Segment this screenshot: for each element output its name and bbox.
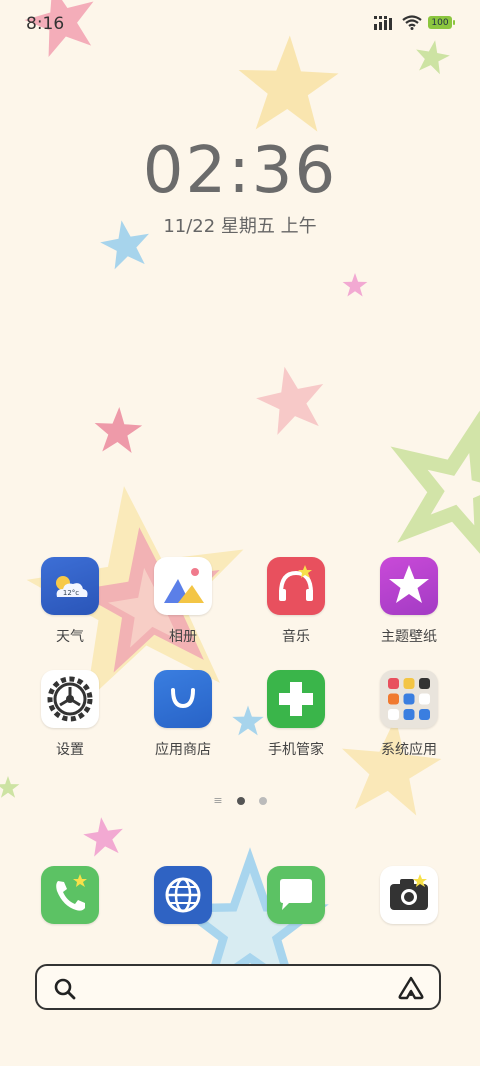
page-menu-icon: ≡ xyxy=(213,794,223,807)
camera-icon xyxy=(380,866,438,924)
dock-camera[interactable] xyxy=(359,866,459,924)
signal-icon xyxy=(374,15,392,30)
folder-system-apps[interactable]: 系统应用 xyxy=(359,670,459,759)
page-dot-2[interactable] xyxy=(258,797,267,805)
dock-browser[interactable] xyxy=(133,866,233,924)
status-time: 8:16 xyxy=(26,14,65,34)
security-icon xyxy=(267,670,325,728)
app-label: 应用商店 xyxy=(155,742,211,758)
app-label: 主题壁纸 xyxy=(381,629,437,645)
app-themes[interactable]: 主题壁纸 xyxy=(359,557,459,646)
page-indicator[interactable]: ≡ xyxy=(0,794,480,807)
settings-icon xyxy=(41,670,99,728)
app-weather[interactable]: 12°c 天气 xyxy=(20,557,120,646)
app-store[interactable]: 应用商店 xyxy=(133,670,233,759)
app-label: 相册 xyxy=(169,629,197,645)
weather-temp: 12°c xyxy=(63,589,79,597)
app-label: 音乐 xyxy=(282,629,310,645)
system-apps-folder-icon xyxy=(380,670,438,728)
app-music[interactable]: 音乐 xyxy=(246,557,346,646)
battery-level: 100 xyxy=(431,17,449,28)
app-label: 手机管家 xyxy=(268,742,324,758)
status-icons: 100 xyxy=(374,15,455,30)
gallery-icon xyxy=(154,557,212,615)
battery-icon: 100 xyxy=(428,16,455,29)
dock-phone[interactable] xyxy=(20,866,120,924)
app-gallery[interactable]: 相册 xyxy=(133,557,233,646)
search-bar[interactable] xyxy=(35,964,441,1010)
app-label: 设置 xyxy=(56,742,84,758)
page-dot-1[interactable] xyxy=(236,797,245,805)
assistant-icon[interactable] xyxy=(397,975,425,1001)
browser-icon xyxy=(154,866,212,924)
app-store-icon xyxy=(154,670,212,728)
app-label: 系统应用 xyxy=(381,742,437,758)
music-icon xyxy=(267,557,325,615)
search-icon[interactable] xyxy=(53,977,77,1001)
status-bar: 8:16 100 xyxy=(0,0,480,50)
dock-messages[interactable] xyxy=(246,866,346,924)
messages-icon xyxy=(267,866,325,924)
app-security[interactable]: 手机管家 xyxy=(246,670,346,759)
wifi-icon xyxy=(402,15,422,30)
weather-icon: 12°c xyxy=(41,557,99,615)
clock-date[interactable]: 11/22 星期五 上午 xyxy=(0,212,480,238)
app-label: 天气 xyxy=(56,629,84,645)
app-settings[interactable]: 设置 xyxy=(20,670,120,759)
clock-time[interactable]: 02:36 xyxy=(0,134,480,208)
themes-icon xyxy=(380,557,438,615)
phone-icon xyxy=(41,866,99,924)
